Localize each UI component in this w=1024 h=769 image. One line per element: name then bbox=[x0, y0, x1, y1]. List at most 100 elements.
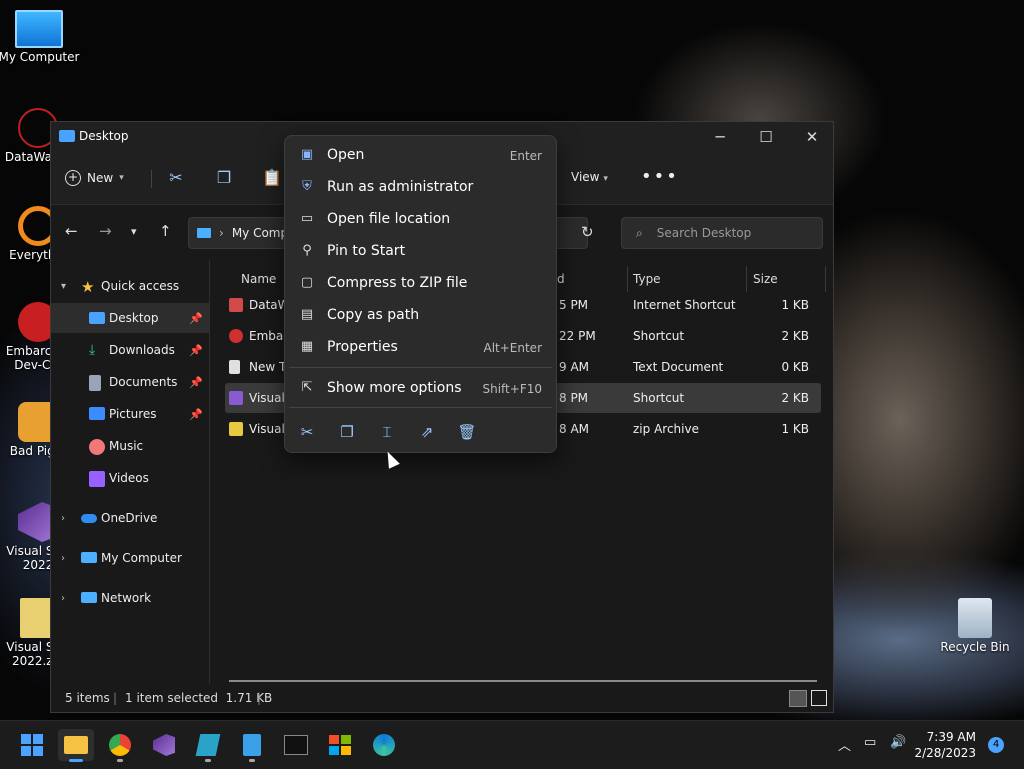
running-indicator bbox=[205, 759, 211, 762]
item-count: 5 items bbox=[65, 691, 110, 705]
forward-arrow-icon[interactable]: → bbox=[99, 222, 112, 240]
search-placeholder: Search Desktop bbox=[656, 226, 752, 240]
recent-chevron-icon[interactable]: ▾ bbox=[131, 225, 137, 238]
sidebar-item-videos[interactable]: Videos bbox=[51, 463, 209, 493]
sidebar-item-pictures[interactable]: Pictures 📌 bbox=[51, 399, 209, 429]
taskbar-visual-studio[interactable] bbox=[146, 729, 182, 761]
sidebar-item-documents[interactable]: Documents 📌 bbox=[51, 367, 209, 397]
sidebar-item-downloads[interactable]: ⤓ Downloads 📌 bbox=[51, 335, 209, 365]
file-name: Visual bbox=[249, 422, 285, 436]
column-header-date[interactable]: d bbox=[557, 266, 565, 292]
network-icon bbox=[81, 592, 97, 603]
more-options-icon: ⇱ bbox=[301, 380, 313, 395]
column-header-name[interactable]: Name bbox=[241, 266, 276, 292]
sidebar-item-music[interactable]: Music bbox=[51, 431, 209, 461]
sidebar-item-network[interactable]: › Network bbox=[51, 583, 209, 613]
menu-item-open[interactable]: ▣ Open Enter bbox=[289, 140, 552, 170]
file-name: Embar bbox=[249, 329, 289, 343]
file-date: 8 PM bbox=[559, 391, 589, 405]
column-divider[interactable] bbox=[825, 266, 826, 292]
taskbar-file-explorer[interactable] bbox=[58, 729, 94, 762]
shield-icon: ⛨ bbox=[302, 179, 312, 194]
menu-item-run-as-administrator[interactable]: ⛨ Run as administrator bbox=[289, 172, 552, 202]
taskbar-notepad[interactable] bbox=[234, 729, 270, 762]
star-icon: ★ bbox=[81, 278, 95, 296]
show-hidden-icons-chevron[interactable]: ︿ bbox=[838, 735, 851, 754]
sidebar-item-desktop[interactable]: Desktop 📌 bbox=[51, 303, 209, 333]
column-divider[interactable] bbox=[627, 266, 628, 292]
desktop-icon-recycle-bin[interactable]: Recycle Bin bbox=[933, 598, 1017, 654]
notification-badge[interactable]: 4 bbox=[988, 737, 1004, 753]
large-icons-view-icon[interactable] bbox=[811, 690, 827, 706]
sidebar-item-quick-access[interactable]: ▾ ★ Quick access bbox=[51, 271, 209, 301]
taskbar-edge[interactable] bbox=[366, 729, 402, 761]
window-title: Desktop bbox=[79, 129, 129, 143]
share-icon[interactable]: ⇗ bbox=[415, 420, 439, 444]
menu-item-label: Properties bbox=[327, 339, 398, 355]
network-status-icon[interactable]: ▭ bbox=[864, 735, 876, 750]
rename-icon[interactable]: ⌶ bbox=[375, 420, 399, 444]
copy-icon[interactable]: ❐ bbox=[335, 420, 359, 444]
taskbar-app[interactable] bbox=[190, 729, 226, 762]
sidebar-item-onedrive[interactable]: › OneDrive bbox=[51, 503, 209, 533]
minimize-button[interactable]: ─ bbox=[697, 122, 743, 152]
details-view-icon[interactable] bbox=[789, 690, 807, 707]
menu-item-open-file-location[interactable]: ▭ Open file location bbox=[289, 204, 552, 234]
pin-icon[interactable]: 📌 bbox=[189, 408, 203, 421]
delete-icon[interactable]: 🗑 bbox=[455, 420, 479, 444]
volume-icon[interactable]: 🔊 bbox=[890, 735, 906, 750]
desktop-icon-my-computer[interactable]: My Computer bbox=[0, 10, 81, 64]
start-button[interactable] bbox=[14, 729, 50, 761]
menu-item-shortcut: Alt+Enter bbox=[483, 341, 542, 355]
search-input[interactable]: ⌕ Search Desktop bbox=[621, 217, 823, 249]
file-date: 5 PM bbox=[559, 298, 589, 312]
paste-icon[interactable]: 📋 bbox=[260, 166, 284, 190]
app-icon bbox=[195, 734, 221, 756]
more-options-button[interactable]: ••• bbox=[641, 166, 679, 187]
menu-divider bbox=[289, 367, 552, 368]
back-arrow-icon[interactable]: ← bbox=[65, 222, 78, 240]
running-indicator bbox=[249, 759, 255, 762]
column-header-type[interactable]: Type bbox=[633, 266, 661, 292]
view-button-label: View bbox=[571, 170, 600, 184]
sidebar-item-my-computer[interactable]: › My Computer bbox=[51, 543, 209, 573]
menu-item-copy-as-path[interactable]: ▤ Copy as path bbox=[289, 300, 552, 330]
pin-icon[interactable]: 📌 bbox=[189, 344, 203, 357]
folder-icon bbox=[59, 130, 75, 142]
menu-item-compress-zip[interactable]: ▢ Compress to ZIP file bbox=[289, 268, 552, 298]
selection-info: 1 item selected 1.71 KB bbox=[125, 691, 273, 705]
taskbar-terminal[interactable] bbox=[278, 729, 314, 761]
pin-icon[interactable]: 📌 bbox=[189, 376, 203, 389]
close-button[interactable]: ✕ bbox=[789, 122, 835, 152]
view-button[interactable]: View ▾ bbox=[571, 170, 608, 184]
up-arrow-icon[interactable]: ↑ bbox=[159, 222, 172, 240]
breadcrumb[interactable]: My Comp bbox=[232, 226, 288, 240]
clock[interactable]: 7:39 AM 2/28/2023 bbox=[914, 729, 976, 761]
column-divider[interactable] bbox=[746, 266, 747, 292]
menu-item-show-more-options[interactable]: ⇱ Show more options Shift+F10 bbox=[289, 373, 552, 403]
refresh-icon[interactable]: ↻ bbox=[581, 223, 594, 241]
chevron-down-icon: ▾ bbox=[119, 173, 124, 183]
cut-icon[interactable]: ✂ bbox=[164, 166, 188, 190]
horizontal-scrollbar[interactable] bbox=[229, 680, 817, 682]
recycle-bin-icon bbox=[958, 598, 992, 638]
taskbar-chrome[interactable] bbox=[102, 729, 138, 762]
menu-item-shortcut: Enter bbox=[509, 149, 542, 163]
taskbar-store[interactable] bbox=[322, 729, 358, 761]
pin-icon[interactable]: 📌 bbox=[189, 312, 203, 325]
running-indicator bbox=[117, 759, 123, 762]
sidebar-item-label: Documents bbox=[109, 375, 178, 389]
cut-icon[interactable]: ✂ bbox=[295, 420, 319, 444]
new-button[interactable]: + New ▾ bbox=[65, 164, 137, 192]
menu-item-pin-to-start[interactable]: ⚲ Pin to Start bbox=[289, 236, 552, 266]
column-header-size[interactable]: Size bbox=[753, 266, 778, 292]
zip-icon: ▢ bbox=[300, 275, 314, 290]
menu-item-label: Pin to Start bbox=[327, 243, 406, 259]
maximize-button[interactable]: ☐ bbox=[743, 122, 789, 152]
menu-item-properties[interactable]: ▦ Properties Alt+Enter bbox=[289, 332, 552, 362]
chevron-right-icon: › bbox=[61, 512, 65, 524]
sidebar-item-label: Downloads bbox=[109, 343, 175, 357]
copy-icon[interactable]: ❐ bbox=[212, 166, 236, 190]
new-button-label: New bbox=[87, 171, 114, 185]
monitor-icon bbox=[81, 552, 97, 563]
